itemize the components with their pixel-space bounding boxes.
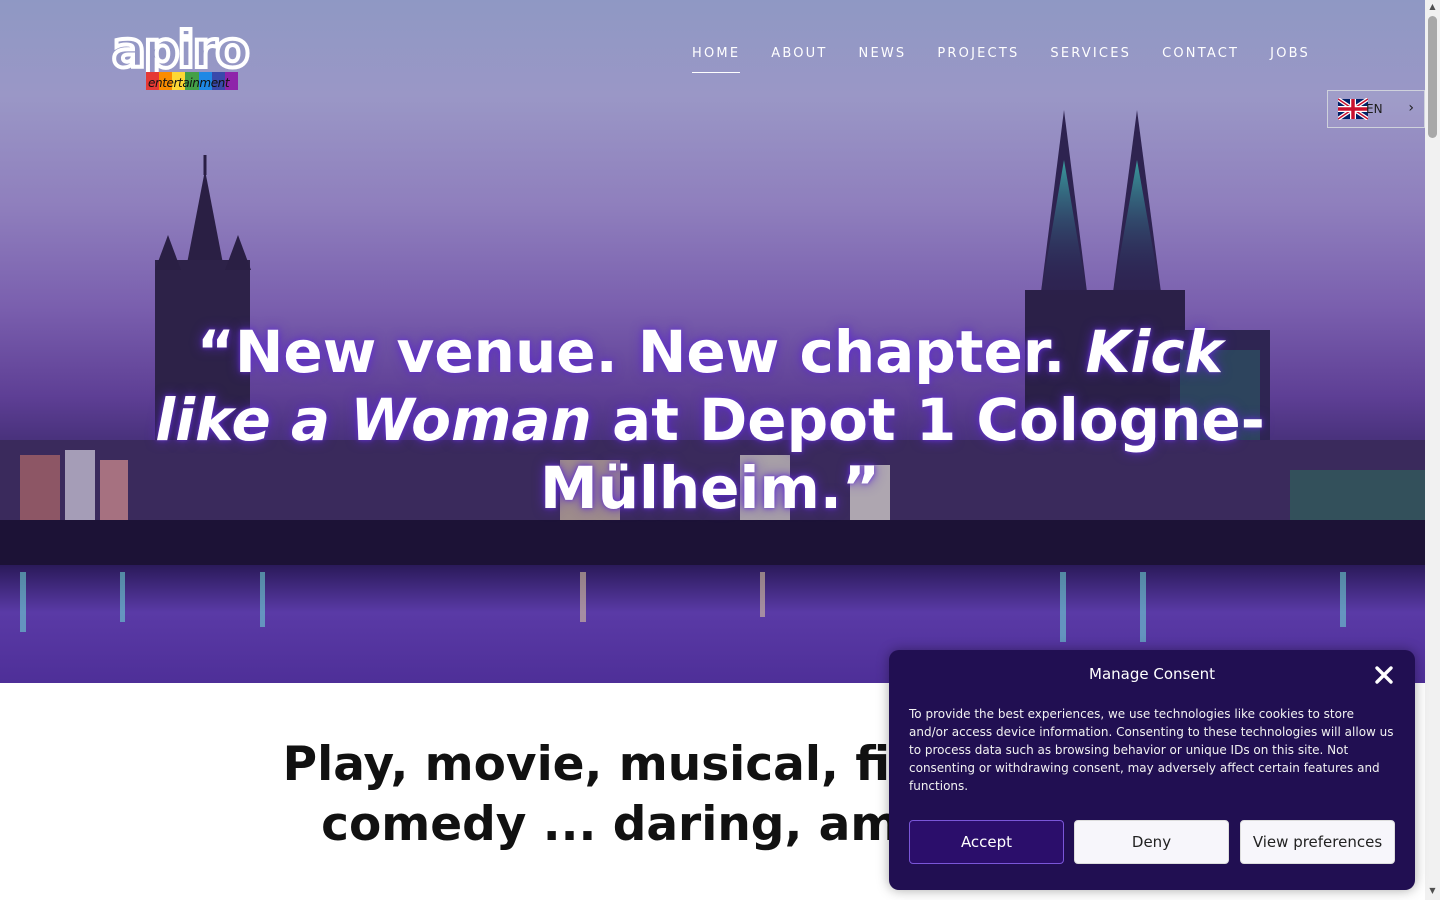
consent-dialog: Manage Consent To provide the best exper…	[889, 650, 1415, 890]
headline-text-2: at Depot 1 Cologne-Mülheim.”	[540, 386, 1265, 522]
main-navigation: HOME ABOUT NEWS PROJECTS SERVICES CONTACT JOBS	[692, 46, 1310, 73]
nav-item-contact[interactable]: CONTACT	[1162, 46, 1239, 73]
hero-headline: “New venue. New chapter. Kick like a Wom…	[140, 318, 1280, 522]
nav-item-jobs[interactable]: JOBS	[1270, 46, 1310, 73]
consent-title: Manage Consent	[1089, 665, 1215, 683]
close-icon[interactable]	[1373, 664, 1395, 686]
apiro-logo[interactable]: apiro entertainment	[110, 18, 252, 92]
chevron-right-icon: ›	[1408, 100, 1414, 116]
language-code: EN	[1366, 102, 1383, 116]
nav-item-projects[interactable]: PROJECTS	[937, 46, 1019, 73]
logo-subtitle: entertainment	[148, 76, 230, 90]
consent-description: To provide the best experiences, we use …	[909, 707, 1394, 793]
nav-item-services[interactable]: SERVICES	[1050, 46, 1131, 73]
deny-button[interactable]: Deny	[1074, 820, 1229, 864]
nav-item-home[interactable]: HOME	[692, 46, 741, 73]
nav-item-news[interactable]: NEWS	[859, 46, 907, 73]
uk-flag-icon	[1338, 98, 1368, 120]
nav-item-about[interactable]: ABOUT	[771, 46, 827, 73]
scroll-up-arrow-icon[interactable]: ▲	[1425, 2, 1440, 14]
language-switcher[interactable]: EN ›	[1327, 90, 1425, 128]
scroll-down-arrow-icon[interactable]: ▼	[1425, 886, 1440, 898]
headline-text-1: “New venue. New chapter.	[196, 318, 1086, 386]
view-preferences-button[interactable]: View preferences	[1240, 820, 1395, 864]
hero-section: apiro entertainment HOME ABOUT NEWS PROJECT…	[0, 0, 1425, 683]
scroll-thumb[interactable]	[1428, 16, 1437, 138]
accept-button[interactable]: Accept	[909, 820, 1064, 864]
page-scrollbar[interactable]: ▲ ▼	[1425, 0, 1440, 900]
